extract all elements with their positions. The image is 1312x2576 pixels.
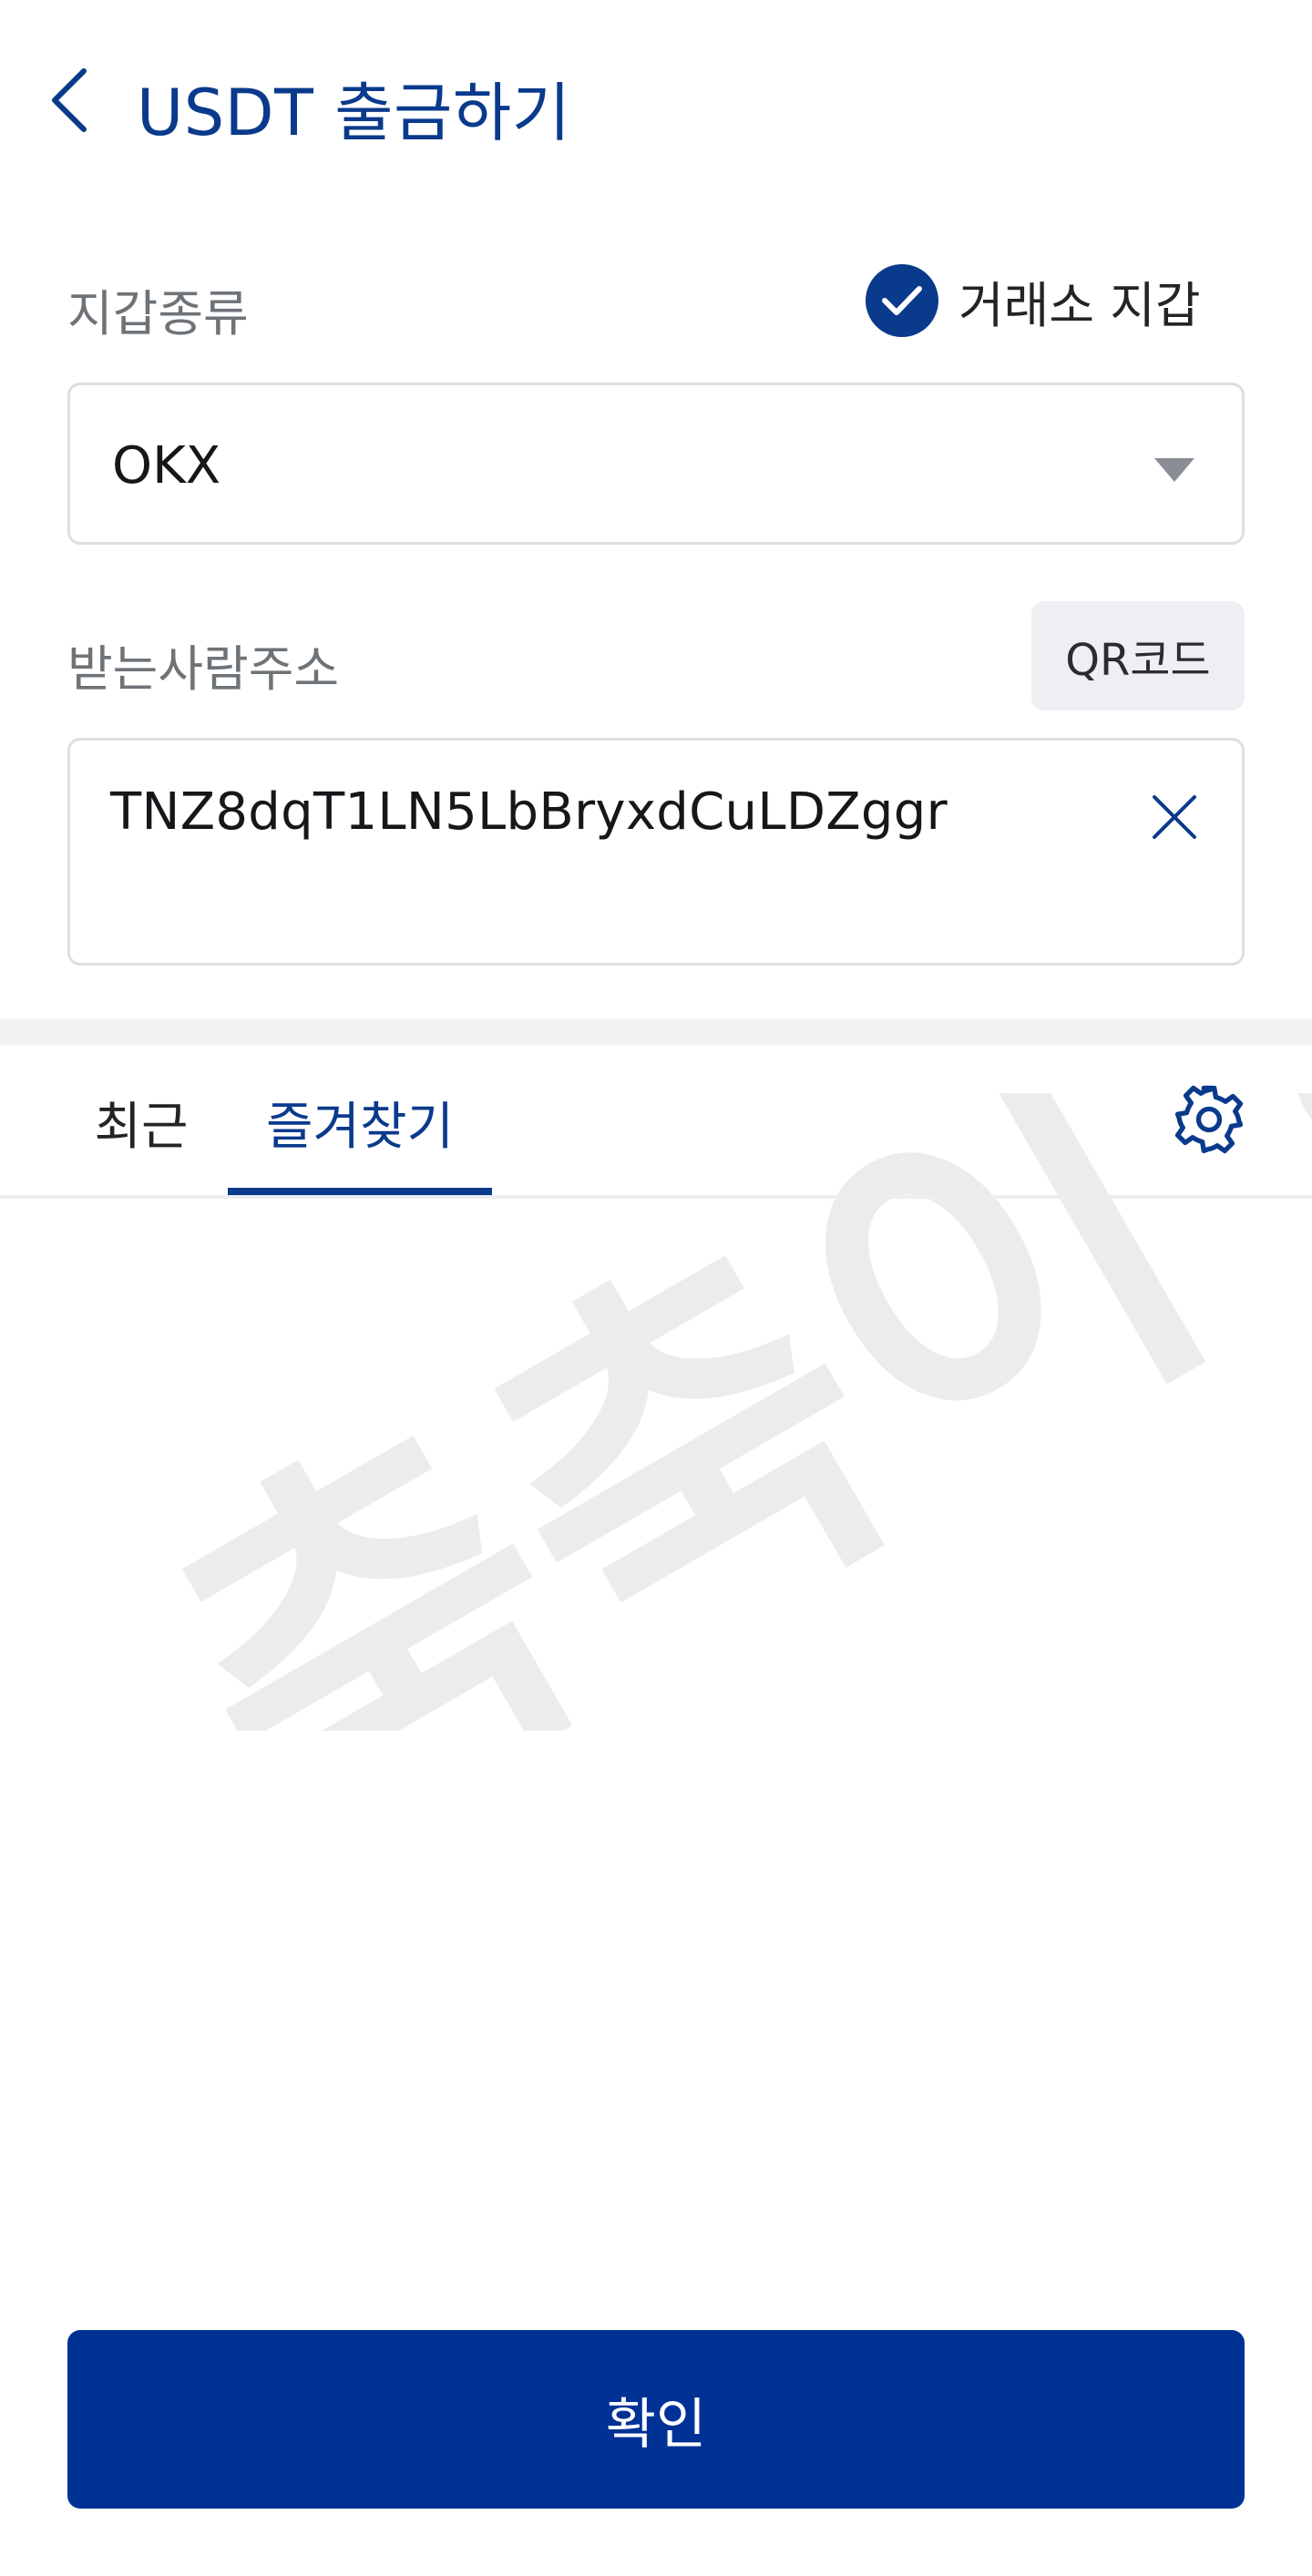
close-icon[interactable] xyxy=(1149,792,1200,843)
caret-down-icon xyxy=(1154,458,1194,482)
qr-code-button[interactable]: QR코드 xyxy=(1031,601,1245,710)
withdraw-screen: 축축이 하우스 USDT 출금하기 지갑종류 거래소 지갑 OKX 받는사람주소… xyxy=(0,0,1312,2576)
recipient-address-value: TNZ8dqT1LN5LbBryxdCuLDZggr xyxy=(110,782,948,842)
app-header: USDT 출금하기 xyxy=(0,0,1312,200)
wallet-select-value: OKX xyxy=(112,436,221,496)
recipient-address-label: 받는사람주소 xyxy=(67,640,340,698)
tab-favorites[interactable]: 즐겨찾기 xyxy=(228,1046,492,1199)
page-title: USDT 출금하기 xyxy=(137,76,571,150)
gear-icon[interactable] xyxy=(1172,1082,1246,1157)
recipient-address-field[interactable]: TNZ8dqT1LN5LbBryxdCuLDZggr xyxy=(67,738,1245,966)
exchange-wallet-toggle[interactable]: 거래소 지갑 xyxy=(866,262,1201,339)
chevron-left-icon[interactable] xyxy=(47,66,93,135)
check-circle-icon xyxy=(866,264,938,337)
section-divider xyxy=(0,1018,1312,1046)
wallet-type-label: 지갑종류 xyxy=(67,285,249,342)
exchange-wallet-label: 거래소 지갑 xyxy=(958,276,1201,334)
confirm-button[interactable]: 확인 xyxy=(67,2330,1245,2509)
active-tab-indicator xyxy=(228,1188,492,1195)
address-tabs: 최근 즐겨찾기 xyxy=(0,1046,1312,1199)
wallet-select[interactable]: OKX xyxy=(67,383,1245,545)
tab-recent[interactable]: 최근 xyxy=(64,1046,219,1199)
